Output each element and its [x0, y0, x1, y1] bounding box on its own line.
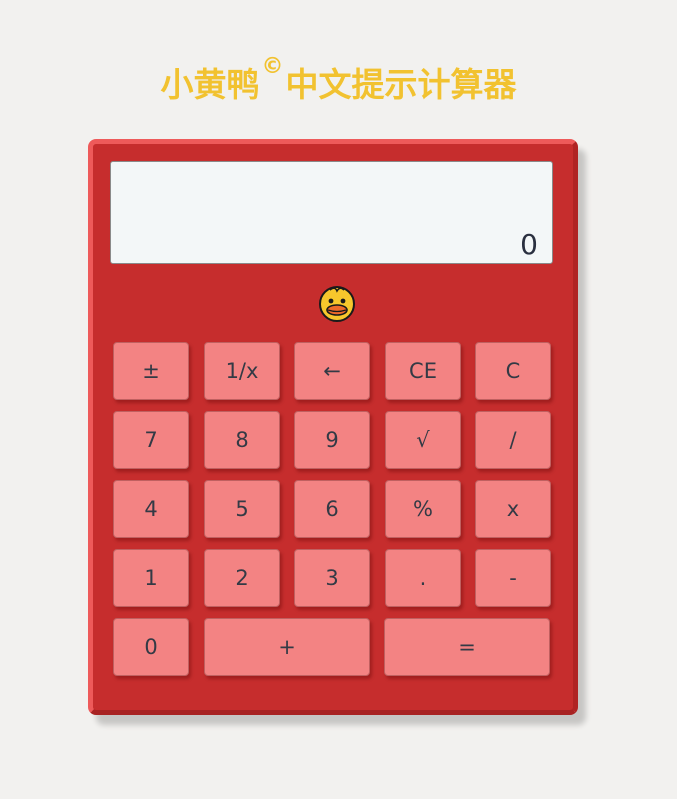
seven-key[interactable]: 7 [113, 411, 189, 469]
clear-entry-key[interactable]: CE [385, 342, 461, 400]
plus-minus-key[interactable]: ± [113, 342, 189, 400]
eight-key[interactable]: 8 [204, 411, 280, 469]
title-suffix: 中文提示计算器 [285, 65, 517, 104]
decimal-key[interactable]: . [385, 549, 461, 607]
clear-key[interactable]: C [475, 342, 551, 400]
zero-key[interactable]: 0 [113, 618, 189, 676]
divide-key[interactable]: / [475, 411, 551, 469]
six-key[interactable]: 6 [294, 480, 370, 538]
sqrt-key[interactable]: √ [385, 411, 461, 469]
percent-key[interactable]: % [385, 480, 461, 538]
duck-icon [319, 286, 355, 322]
page-title: 小黄鸭©中文提示计算器 [0, 54, 677, 106]
minus-key[interactable]: - [475, 549, 551, 607]
nine-key[interactable]: 9 [294, 411, 370, 469]
calculator-display: 0 [110, 161, 553, 264]
title-prefix: 小黄鸭 [160, 65, 260, 104]
backspace-key[interactable]: ← [294, 342, 370, 400]
display-value: 0 [520, 228, 538, 261]
calculator-body: 0 ± 1/x ← CE C 7 8 9 √ / 4 5 6 % x 1 2 3… [88, 139, 578, 715]
four-key[interactable]: 4 [113, 480, 189, 538]
multiply-key[interactable]: x [475, 480, 551, 538]
three-key[interactable]: 3 [294, 549, 370, 607]
reciprocal-key[interactable]: 1/x [204, 342, 280, 400]
equals-key[interactable]: = [384, 618, 550, 676]
five-key[interactable]: 5 [204, 480, 280, 538]
plus-key[interactable]: + [204, 618, 370, 676]
one-key[interactable]: 1 [113, 549, 189, 607]
copyright-mark: © [261, 54, 284, 79]
two-key[interactable]: 2 [204, 549, 280, 607]
